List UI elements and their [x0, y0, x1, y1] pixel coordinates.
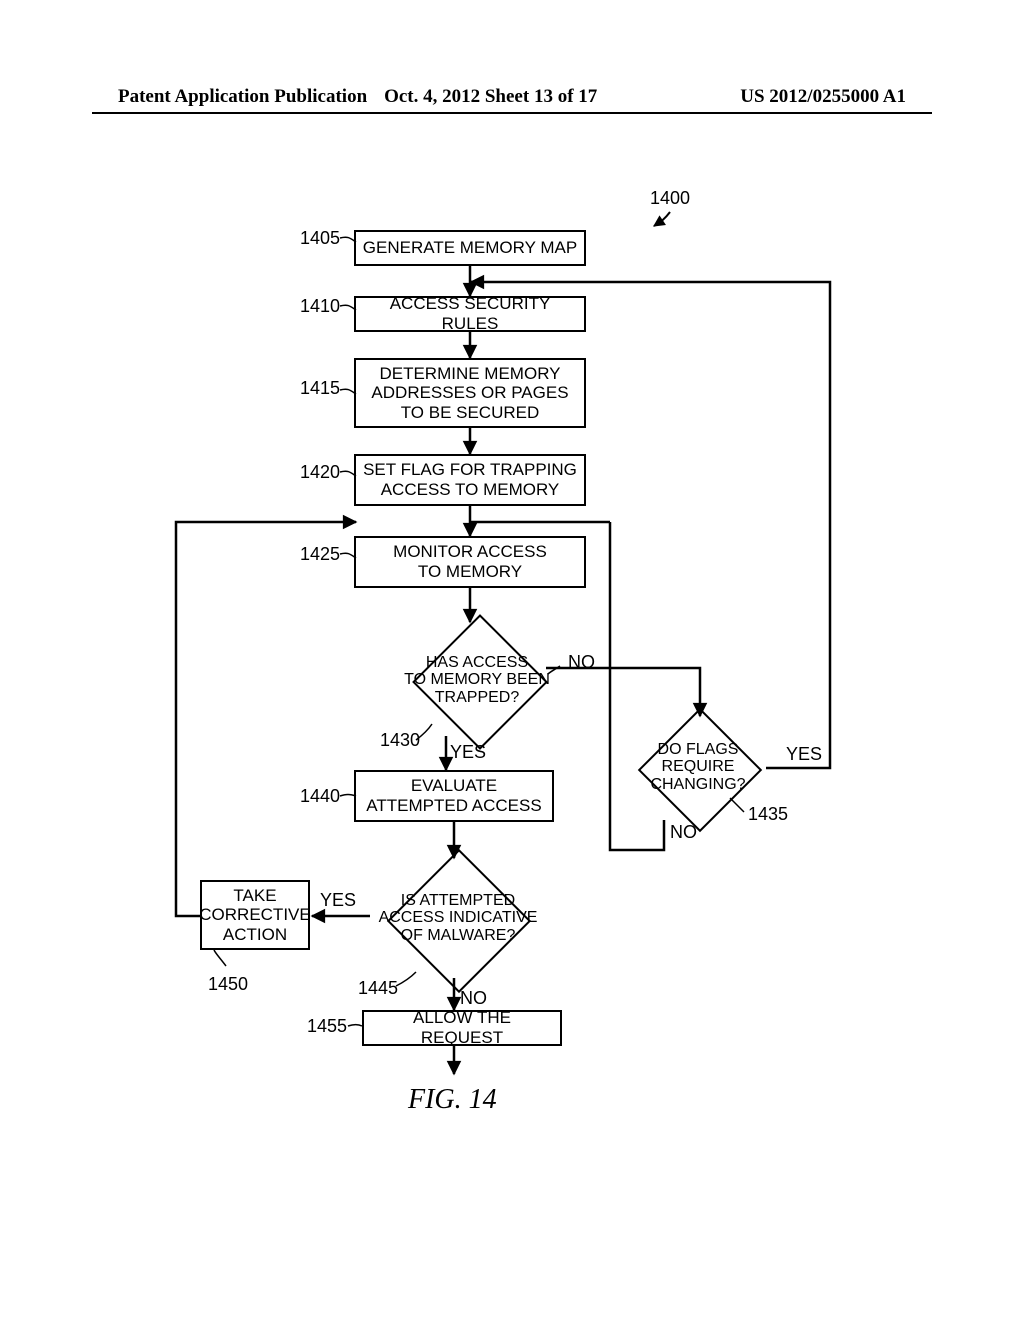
- step-text: ALLOW THE REQUEST: [370, 1008, 554, 1047]
- label-no-1430: NO: [568, 652, 595, 673]
- ref-1420: 1420: [300, 462, 340, 483]
- label-yes-1430: YES: [450, 742, 486, 763]
- step-monitor-access: MONITOR ACCESSTO MEMORY: [354, 536, 586, 588]
- step-access-security-rules: ACCESS SECURITY RULES: [354, 296, 586, 332]
- ref-1415: 1415: [300, 378, 340, 399]
- step-text: MONITOR ACCESSTO MEMORY: [393, 542, 547, 581]
- header-center: Oct. 4, 2012 Sheet 13 of 17: [384, 86, 597, 108]
- ref-1455: 1455: [307, 1016, 347, 1037]
- decision-has-access-trapped: HAS ACCESSTO MEMORY BEENTRAPPED?: [392, 622, 562, 738]
- label-no-1435: NO: [670, 822, 697, 843]
- step-set-flag: SET FLAG FOR TRAPPINGACCESS TO MEMORY: [354, 454, 586, 506]
- label-yes-1435: YES: [786, 744, 822, 765]
- step-generate-memory-map: GENERATE MEMORY MAP: [354, 230, 586, 266]
- label-yes-1445: YES: [320, 890, 356, 911]
- ref-1410: 1410: [300, 296, 340, 317]
- ref-1450: 1450: [208, 974, 248, 995]
- ref-1400: 1400: [650, 188, 690, 209]
- ref-1405: 1405: [300, 228, 340, 249]
- step-text: TAKECORRECTIVEACTION: [199, 886, 310, 945]
- step-text: SET FLAG FOR TRAPPINGACCESS TO MEMORY: [363, 460, 577, 499]
- header-rule: [92, 112, 932, 114]
- header-right: US 2012/0255000 A1: [740, 86, 906, 108]
- step-evaluate-attempted-access: EVALUATEATTEMPTED ACCESS: [354, 770, 554, 822]
- ref-1435: 1435: [748, 804, 788, 825]
- step-determine-memory-addresses: DETERMINE MEMORYADDRESSES OR PAGESTO BE …: [354, 358, 586, 428]
- header-left: Patent Application Publication: [118, 86, 367, 108]
- ref-1425: 1425: [300, 544, 340, 565]
- step-text: GENERATE MEMORY MAP: [363, 238, 577, 258]
- label-no-1445: NO: [460, 988, 487, 1009]
- step-text: EVALUATEATTEMPTED ACCESS: [366, 776, 541, 815]
- step-allow-request: ALLOW THE REQUEST: [362, 1010, 562, 1046]
- step-take-corrective-action: TAKECORRECTIVEACTION: [200, 880, 310, 950]
- ref-1430: 1430: [380, 730, 420, 751]
- figure-caption: FIG. 14: [408, 1084, 497, 1116]
- decision-indicative-of-malware: IS ATTEMPTEDACCESS INDICATIVEOF MALWARE?: [360, 856, 556, 980]
- ref-1445: 1445: [358, 978, 398, 999]
- step-text: DETERMINE MEMORYADDRESSES OR PAGESTO BE …: [371, 364, 568, 423]
- step-text: ACCESS SECURITY RULES: [362, 294, 578, 333]
- ref-1440: 1440: [300, 786, 340, 807]
- page: Patent Application Publication Oct. 4, 2…: [0, 0, 1024, 1320]
